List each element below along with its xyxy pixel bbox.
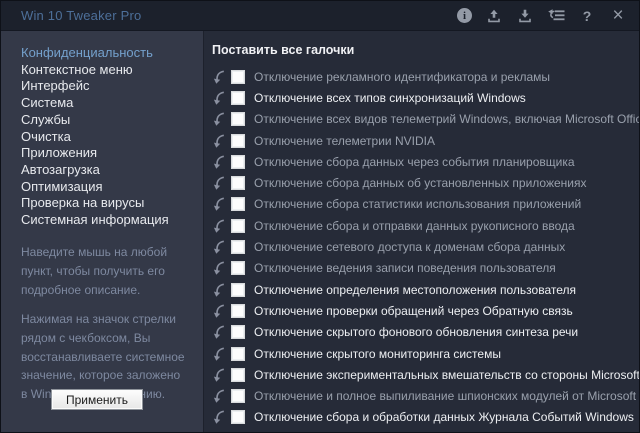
help-icon[interactable]: ? [578, 7, 596, 25]
tweak-checkbox[interactable] [231, 219, 245, 233]
undo-arrow-icon[interactable] [212, 197, 226, 211]
tweak-label[interactable]: Отключение скрытого фонового обновления … [254, 325, 578, 339]
tweak-checkbox[interactable] [231, 389, 245, 403]
tweak-label[interactable]: Отключение сбора данных через события пл… [254, 155, 575, 169]
download-icon[interactable] [516, 7, 534, 25]
undo-arrow-icon[interactable] [212, 112, 226, 126]
undo-arrow-icon[interactable] [212, 304, 226, 318]
tweak-checkbox[interactable] [231, 240, 245, 254]
sidebar-item[interactable]: Системная информация [21, 212, 203, 229]
tweak-checkbox[interactable] [231, 134, 245, 148]
sidebar-item[interactable]: Проверка на вирусы [21, 195, 203, 212]
sidebar-item[interactable]: Контекстное меню [21, 62, 203, 79]
tweak-label[interactable]: Отключение сбора и обработки данных Журн… [254, 410, 634, 424]
tweak-row: Отключение проверки обращений через Обра… [212, 300, 640, 321]
close-icon[interactable]: × [609, 7, 627, 25]
changelog-icon[interactable] [547, 7, 565, 25]
sidebar-item[interactable]: Службы [21, 112, 203, 129]
sidebar-item[interactable]: Очистка [21, 129, 203, 146]
undo-arrow-icon[interactable] [212, 176, 226, 190]
apply-button[interactable]: Применить [51, 389, 143, 410]
app-body: КонфиденциальностьКонтекстное менюИнтерф… [1, 31, 639, 432]
tweak-checkbox[interactable] [231, 112, 245, 126]
tweak-label[interactable]: Отключение проверки обращений через Обра… [254, 304, 573, 318]
tweak-row: Отключение сбора данных через события пл… [212, 151, 640, 172]
undo-arrow-icon[interactable] [212, 240, 226, 254]
undo-arrow-icon[interactable] [212, 325, 226, 339]
upload-icon[interactable] [485, 7, 503, 25]
tweak-row: Отключение и полное выпиливание шпионски… [212, 385, 640, 406]
tweak-label[interactable]: Отключение скрытого мониторинга системы [254, 347, 501, 361]
tweak-row: Отключение сетевого доступа к доменам сб… [212, 236, 640, 257]
check-all-header[interactable]: Поставить все галочки [212, 43, 640, 57]
help-text-hover: Наведите мышь на любой пункт, чтобы полу… [21, 243, 187, 300]
undo-arrow-icon[interactable] [212, 410, 226, 424]
tweak-row: Отключение рекламного идентификатора и р… [212, 66, 640, 87]
tweak-row: Отключение всех видов телеметрий Windows… [212, 109, 640, 130]
sidebar-item[interactable]: Система [21, 95, 203, 112]
tweak-row: Отключение определения местоположения по… [212, 279, 640, 300]
tweak-label[interactable]: Отключение сбора данных об установленных… [254, 176, 586, 190]
sidebar-item[interactable]: Автозагрузка [21, 162, 203, 179]
tweak-label[interactable]: Отключение экспериментальных вмешательст… [254, 368, 640, 382]
tweak-row: Отключение скрытого фонового обновления … [212, 322, 640, 343]
tweak-checkbox[interactable] [231, 283, 245, 297]
undo-arrow-icon[interactable] [212, 91, 226, 105]
tweak-label[interactable]: Отключение всех видов телеметрий Windows… [254, 112, 640, 126]
tweak-checkbox[interactable] [231, 91, 245, 105]
tweak-row: Отключение всех типов синхронизаций Wind… [212, 87, 640, 108]
sidebar: КонфиденциальностьКонтекстное менюИнтерф… [1, 31, 204, 432]
tweak-row: Отключение скрытого мониторинга системы [212, 343, 640, 364]
main-panel: Поставить все галочки Отключение рекламн… [204, 31, 640, 432]
tweak-label[interactable]: Отключение всех типов синхронизаций Wind… [254, 91, 526, 105]
undo-arrow-icon[interactable] [212, 368, 226, 382]
undo-arrow-icon[interactable] [212, 155, 226, 169]
tweak-label[interactable]: Отключение ведения записи поведения поль… [254, 261, 556, 275]
sidebar-item[interactable]: Конфиденциальность [21, 45, 203, 62]
tweak-checkbox[interactable] [231, 261, 245, 275]
tweak-row: Отключение ведения записи поведения поль… [212, 258, 640, 279]
tweak-label[interactable]: Отключение сбора статистики использовани… [254, 197, 581, 211]
app-window: Win 10 Tweaker Pro i [0, 0, 640, 433]
titlebar[interactable]: Win 10 Tweaker Pro i [1, 1, 639, 31]
undo-arrow-icon[interactable] [212, 219, 226, 233]
tweak-row: Отключение сбора и обработки данных Журн… [212, 407, 640, 428]
tweak-checkbox[interactable] [231, 176, 245, 190]
tweak-label[interactable]: Отключение телеметрии NVIDIA [254, 134, 435, 148]
undo-arrow-icon[interactable] [212, 389, 226, 403]
info-icon[interactable]: i [457, 8, 472, 23]
tweak-label[interactable]: Отключение сбора и отправки данных рукоп… [254, 219, 575, 233]
tweak-row: Отключение телеметрии NVIDIA [212, 130, 640, 151]
tweak-checkbox[interactable] [231, 155, 245, 169]
tweak-label[interactable]: Отключение сетевого доступа к доменам сб… [254, 240, 565, 254]
tweak-row: Отключение сбора статистики использовани… [212, 194, 640, 215]
tweak-label[interactable]: Отключение определения местоположения по… [254, 283, 576, 297]
sidebar-item[interactable]: Приложения [21, 145, 203, 162]
window-title: Win 10 Tweaker Pro [21, 8, 141, 23]
tweak-label[interactable]: Отключение и полное выпиливание шпионски… [254, 389, 636, 403]
tweak-checkbox[interactable] [231, 368, 245, 382]
tweak-checkbox[interactable] [231, 347, 245, 361]
undo-arrow-icon[interactable] [212, 134, 226, 148]
tweak-row: Отключение сбора данных об установленных… [212, 172, 640, 193]
undo-arrow-icon[interactable] [212, 347, 226, 361]
tweak-row: Отключение экспериментальных вмешательст… [212, 364, 640, 385]
tweak-list: Отключение рекламного идентификатора и р… [212, 66, 640, 428]
sidebar-item[interactable]: Интерфейс [21, 78, 203, 95]
tweak-checkbox[interactable] [231, 325, 245, 339]
sidebar-item[interactable]: Оптимизация [21, 179, 203, 196]
undo-arrow-icon[interactable] [212, 283, 226, 297]
tweak-checkbox[interactable] [231, 410, 245, 424]
undo-arrow-icon[interactable] [212, 70, 226, 84]
tweak-checkbox[interactable] [231, 197, 245, 211]
tweak-label[interactable]: Отключение рекламного идентификатора и р… [254, 70, 550, 84]
sidebar-help: Наведите мышь на любой пункт, чтобы полу… [21, 243, 203, 405]
titlebar-icons: i [457, 7, 627, 25]
tweak-checkbox[interactable] [231, 70, 245, 84]
sidebar-nav: КонфиденциальностьКонтекстное менюИнтерф… [21, 45, 203, 229]
tweak-checkbox[interactable] [231, 304, 245, 318]
undo-arrow-icon[interactable] [212, 261, 226, 275]
tweak-row: Отключение сбора и отправки данных рукоп… [212, 215, 640, 236]
